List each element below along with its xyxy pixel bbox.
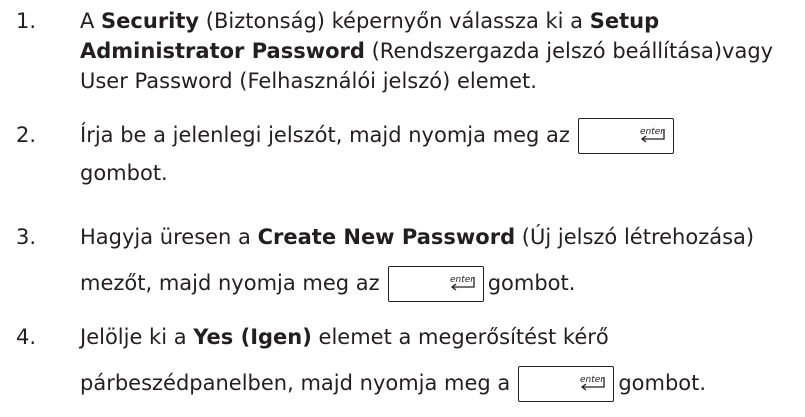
text: (Új jelszó létrehozása)	[515, 225, 755, 249]
text: gombot.	[618, 371, 707, 395]
step-3-line-2: mezőt, majd nyomja meg az enter gombot.	[80, 260, 797, 306]
admin-password-term: Administrator Password	[80, 39, 365, 63]
step-text: A Security (Biztonság) képernyőn válassz…	[80, 6, 797, 96]
setup-term: Setup	[589, 9, 660, 33]
step-1-line-1: A Security (Biztonság) képernyőn válassz…	[80, 6, 797, 36]
yes-term: Yes (Igen)	[193, 325, 312, 349]
text: (Biztonság) képernyőn válassza ki a	[199, 9, 590, 33]
step-number: 4.	[16, 325, 37, 349]
enter-arrow-icon: enter	[450, 275, 475, 291]
step-number: 1.	[16, 9, 37, 33]
step-1-line-3: User Password (Felhasználói jelszó) elem…	[80, 69, 537, 93]
instruction-list: 1. A Security (Biztonság) képernyőn vála…	[0, 0, 805, 417]
text: Hagyja üresen a	[80, 225, 258, 249]
text: Írja be a jelenlegi jelszót, majd nyomja…	[80, 123, 570, 147]
step-number: 3.	[16, 225, 37, 249]
enter-key-icon: enter	[518, 366, 615, 402]
step-text: Jelölje ki a Yes (Igen) elemet a megerős…	[80, 322, 797, 406]
enter-key-label: enter	[640, 127, 665, 137]
step-text: Írja be a jelenlegi jelszót, majd nyomja…	[80, 112, 797, 188]
text: gombot.	[487, 271, 576, 295]
step-2-line-1: Írja be a jelenlegi jelszót, majd nyomja…	[80, 112, 797, 158]
text: mezőt, majd nyomja meg az	[80, 271, 380, 295]
enter-arrow-icon: enter	[640, 127, 665, 143]
enter-key-icon: enter	[577, 118, 674, 154]
text: A	[80, 9, 102, 33]
step-2-line-2: gombot.	[80, 161, 168, 185]
create-new-password-term: Create New Password	[257, 225, 516, 249]
text: Jelölje ki a	[80, 325, 194, 349]
security-term: Security	[101, 9, 200, 33]
text: elemet a megerősítést kérő	[311, 325, 609, 349]
enter-key-icon: enter	[387, 266, 484, 302]
enter-key-label: enter	[580, 375, 605, 385]
step-text: Hagyja üresen a Create New Password (Új …	[80, 222, 797, 306]
step-4-line-2: párbeszédpanelben, majd nyomja meg a ente…	[80, 360, 797, 406]
text: (Rendszergazda jelszó beállítása)vagy	[364, 39, 774, 63]
text: párbeszédpanelben, majd nyomja meg a	[80, 371, 511, 395]
step-4-line-1: Jelölje ki a Yes (Igen) elemet a megerős…	[80, 322, 797, 352]
enter-key-label: enter	[450, 275, 475, 285]
enter-arrow-icon: enter	[580, 375, 606, 391]
step-3-line-1: Hagyja üresen a Create New Password (Új …	[80, 222, 797, 252]
step-1-line-2: Administrator Password (Rendszergazda je…	[80, 36, 797, 66]
step-number: 2.	[16, 123, 37, 147]
